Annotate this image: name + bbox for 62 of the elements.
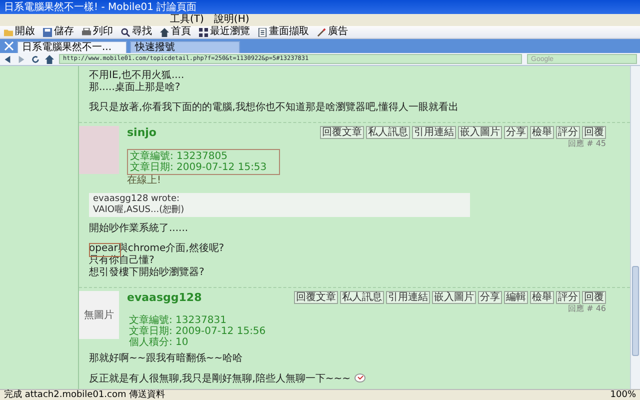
home-icon [160, 28, 169, 36]
post-action-button[interactable]: 評分 [556, 291, 580, 304]
post-info: 文章日期: 2009-07-12 15:56 [129, 326, 266, 337]
post-action-button[interactable]: 分享 [504, 126, 528, 139]
post-action-button[interactable]: 評分 [556, 126, 580, 139]
post-action-button[interactable]: 引用連結 [412, 126, 456, 139]
text-line: 開始吵作業系統了...... [89, 223, 190, 235]
tab[interactable]: 日系電腦果然不一... [17, 41, 127, 53]
window-title: 日系電腦果然不一樣! - Mobile01 討論頁面 [4, 0, 197, 14]
menu-item[interactable]: 工具(T) [170, 14, 204, 26]
home-icon[interactable] [45, 54, 54, 64]
toolbar-button[interactable]: 首頁 [160, 26, 191, 38]
text-line: 反正就是有人很無聊,我只是剛好無聊,陪些人無聊一下~~~ [89, 373, 630, 386]
toolbar-button[interactable]: 畫面擷取 [258, 26, 309, 38]
post-action-button[interactable]: 嵌入圖片 [458, 126, 502, 139]
post-action-button[interactable]: 編輯 [504, 291, 528, 304]
post-info: 個人積分: 10 [129, 337, 190, 348]
post-action-button[interactable]: 回覆 [582, 126, 606, 139]
post-info: 文章日期: 2009-07-12 15:53 [130, 162, 267, 173]
search-icon [121, 28, 130, 36]
grid-icon [199, 28, 208, 36]
toolbar-button[interactable]: 尋找 [121, 26, 152, 38]
post-action-button[interactable]: 回覆 [582, 291, 606, 304]
text-line: 那就好啊~~跟我有暗翻係~~哈哈 [89, 353, 244, 365]
toolbar-button[interactable]: 開啟 [4, 26, 35, 38]
post-action-button[interactable]: 私人訊息 [366, 126, 410, 139]
tools-icon [4, 41, 14, 51]
post-action-button[interactable]: 檢舉 [530, 126, 554, 139]
scrollbar[interactable] [630, 66, 640, 389]
page-icon [258, 28, 267, 36]
post-action-button[interactable]: 分享 [478, 291, 502, 304]
menu-item[interactable]: 說明(H) [214, 14, 250, 26]
reply-number: 回應 # 45 [568, 139, 606, 149]
text-line: 那.....桌面上那是啥? [89, 82, 182, 94]
post-action-button[interactable]: 回覆文章 [294, 291, 338, 304]
quote-author: evaasgg128 wrote: [93, 194, 181, 204]
toolbar-button[interactable]: 廣告 [317, 26, 348, 38]
toolbar-button[interactable]: 儲存 [43, 26, 74, 38]
zoom-level[interactable]: 100% [610, 390, 636, 400]
toolbar-button[interactable]: 最近瀏覽 [199, 26, 250, 38]
status-text: 完成 attach2.mobile01.com 傳送資料 [4, 390, 166, 400]
text-line: 想引發樓下開始吵瀏覽器? [89, 267, 206, 279]
post-action-button[interactable]: 檢舉 [530, 291, 554, 304]
scrollbar-thumb[interactable] [632, 266, 639, 356]
printer-icon [82, 28, 91, 36]
text-line: 我只是放著,你看我下面的的電腦,我想你也不知道那是啥瀏覽器吧,懂得人一眼就看出 [89, 102, 460, 114]
reply-number: 回應 # 46 [568, 304, 606, 314]
post-info: 文章編號: 13237831 [129, 315, 228, 326]
quote-text: VAIO喔,ASUS...(恕刪) [93, 205, 186, 216]
post-action-button[interactable]: 私人訊息 [340, 291, 384, 304]
post-action-button[interactable]: 引用連結 [386, 291, 430, 304]
toolbar-button[interactable]: 列印 [82, 26, 113, 38]
post-info: 文章編號: 13237805 [130, 151, 228, 162]
brush-icon [317, 28, 326, 36]
post-action-button[interactable]: 嵌入圖片 [432, 291, 476, 304]
reload-icon[interactable] [31, 54, 40, 64]
avatar-image [79, 126, 119, 174]
placeholder-label: 無圖片 [84, 308, 114, 322]
online-status: 在線上! [127, 175, 162, 187]
tab[interactable]: 快速撥號 [130, 41, 240, 53]
post-action-button[interactable]: 回覆文章 [320, 126, 364, 139]
text-line: 不用IE,也不用火狐.... [89, 70, 186, 82]
